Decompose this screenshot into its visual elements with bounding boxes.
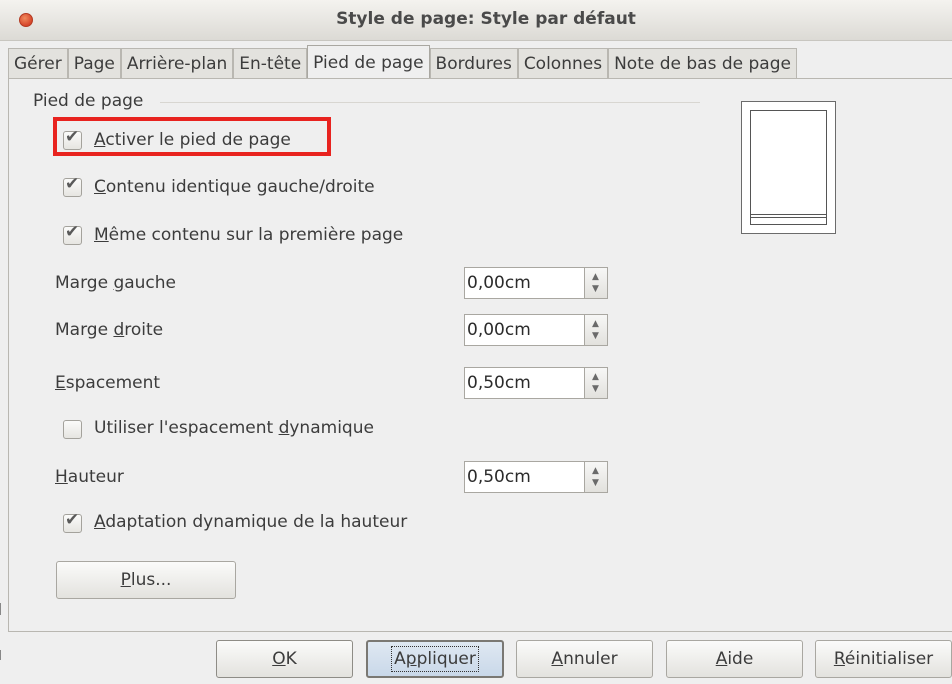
right-margin-label: Marge droite <box>55 320 164 340</box>
spin-up-icon[interactable]: ▲ <box>585 466 606 476</box>
left-margin-spin-arrows[interactable]: ▲ ▼ <box>585 267 608 299</box>
spacing-spin-arrows[interactable]: ▲ ▼ <box>585 367 608 399</box>
edge-tick <box>0 650 1 660</box>
height-input[interactable]: 0,50cm <box>464 461 585 493</box>
right-margin-input[interactable]: 0,00cm <box>464 314 585 346</box>
spin-up-icon[interactable]: ▲ <box>585 272 606 282</box>
tab-note-de-bas-de-page[interactable]: Note de bas de page <box>608 48 797 79</box>
tab-arriere-plan[interactable]: Arrière-plan <box>120 48 234 79</box>
spin-down-icon[interactable]: ▼ <box>585 284 606 294</box>
tab-bordures[interactable]: Bordures <box>429 48 518 79</box>
same-content-first-page-label[interactable]: Même contenu sur la première page <box>94 225 403 245</box>
section-heading: Pied de page <box>33 91 144 111</box>
spin-down-icon[interactable]: ▼ <box>585 331 606 341</box>
preview-footer-line <box>750 217 827 218</box>
highlight-box <box>53 117 331 156</box>
spin-down-icon[interactable]: ▼ <box>585 478 606 488</box>
edge-tick <box>0 603 1 615</box>
page-style-dialog: Style de page: Style par défaut Gérer Pa… <box>0 0 952 684</box>
checkmark-icon: ✔ <box>65 510 80 530</box>
tab-pied-de-page[interactable]: Pied de page <box>307 45 430 79</box>
preview-footer-line <box>750 214 827 215</box>
checkmark-icon: ✔ <box>65 222 80 242</box>
autofit-height-checkbox[interactable]: ✔ <box>63 510 82 533</box>
dynamic-spacing-label[interactable]: Utiliser l'espacement dynamique <box>94 418 374 438</box>
tab-gerer[interactable]: Gérer <box>8 48 68 79</box>
tab-bar: Gérer Page Arrière-plan En-tête Pied de … <box>8 45 797 79</box>
spin-down-icon[interactable]: ▼ <box>585 384 606 394</box>
ok-button[interactable]: OK <box>216 640 353 678</box>
spin-up-icon[interactable]: ▲ <box>585 319 606 329</box>
same-content-first-page-checkbox[interactable]: ✔ <box>63 222 82 245</box>
left-margin-spinbox[interactable]: 0,00cm ▲ ▼ <box>464 267 608 299</box>
height-spin-arrows[interactable]: ▲ ▼ <box>585 461 608 493</box>
tab-colonnes[interactable]: Colonnes <box>517 48 609 79</box>
section-divider <box>160 102 700 103</box>
spacing-spinbox[interactable]: 0,50cm ▲ ▼ <box>464 367 608 399</box>
tab-page[interactable]: Page <box>67 48 121 79</box>
left-margin-label: Marge gauche <box>55 273 177 293</box>
same-content-lr-label[interactable]: Contenu identique gauche/droite <box>94 177 375 197</box>
footer-preview <box>741 101 836 234</box>
same-content-lr-checkbox[interactable]: ✔ <box>63 174 82 197</box>
right-margin-spin-arrows[interactable]: ▲ ▼ <box>585 314 608 346</box>
height-label: Hauteur <box>55 467 124 487</box>
left-margin-input[interactable]: 0,00cm <box>464 267 585 299</box>
checkmark-icon: ✔ <box>65 174 80 194</box>
help-button[interactable]: Aide <box>666 640 803 678</box>
spacing-input[interactable]: 0,50cm <box>464 367 585 399</box>
apply-button[interactable]: Appliquer <box>366 640 504 678</box>
height-spinbox[interactable]: 0,50cm ▲ ▼ <box>464 461 608 493</box>
spin-up-icon[interactable]: ▲ <box>585 372 606 382</box>
preview-page <box>750 110 827 225</box>
dialog-title: Style de page: Style par défaut <box>336 9 636 29</box>
reset-button[interactable]: Réinitialiser <box>815 640 952 678</box>
tab-en-tete[interactable]: En-tête <box>233 48 308 79</box>
cancel-button[interactable]: Annuler <box>516 640 653 678</box>
right-margin-spinbox[interactable]: 0,00cm ▲ ▼ <box>464 314 608 346</box>
autofit-height-label[interactable]: Adaptation dynamique de la hauteur <box>94 512 407 532</box>
dynamic-spacing-checkbox[interactable] <box>63 420 82 439</box>
spacing-label: Espacement <box>55 373 161 393</box>
more-button[interactable]: Plus... <box>56 561 236 599</box>
title-bar: Style de page: Style par défaut <box>0 0 952 41</box>
